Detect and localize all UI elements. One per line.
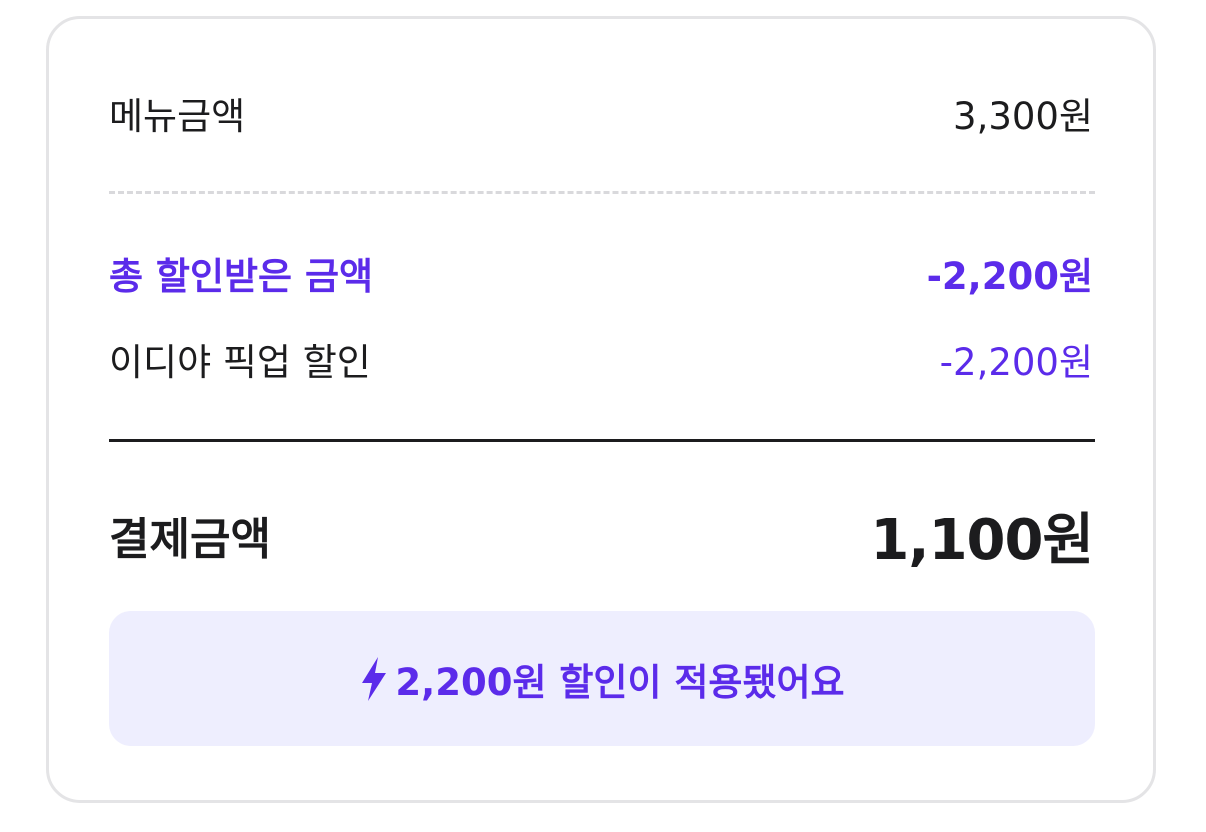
menu-amount-value: 3,300원 (953, 95, 1093, 138)
pickup-discount-row: 이디야 픽업 할인 -2,200원 (109, 333, 1093, 385)
discount-applied-banner: 2,200원 할인이 적용됐어요 (109, 611, 1095, 746)
lightning-bolt-icon (362, 656, 387, 701)
total-discount-label: 총 할인받은 금액 (109, 255, 374, 298)
payment-summary-card: 메뉴금액 3,300원 총 할인받은 금액 -2,200원 이디야 픽업 할인 … (46, 16, 1156, 803)
pickup-discount-value: -2,200원 (939, 341, 1093, 384)
payment-amount-value: 1,100원 (870, 507, 1094, 573)
pickup-discount-label: 이디야 픽업 할인 (109, 341, 371, 384)
discount-applied-text: 2,200원 할인이 적용됐어요 (395, 660, 845, 704)
menu-amount-label: 메뉴금액 (109, 95, 246, 138)
menu-amount-row: 메뉴금액 3,300원 (109, 87, 1093, 139)
total-discount-value: -2,200원 (926, 255, 1093, 298)
total-discount-row: 총 할인받은 금액 -2,200원 (109, 247, 1093, 299)
payment-amount-label: 결제금액 (109, 514, 271, 565)
payment-amount-row: 결제금액 1,100원 (109, 503, 1094, 573)
solid-divider (109, 439, 1095, 442)
dashed-divider (109, 191, 1095, 194)
